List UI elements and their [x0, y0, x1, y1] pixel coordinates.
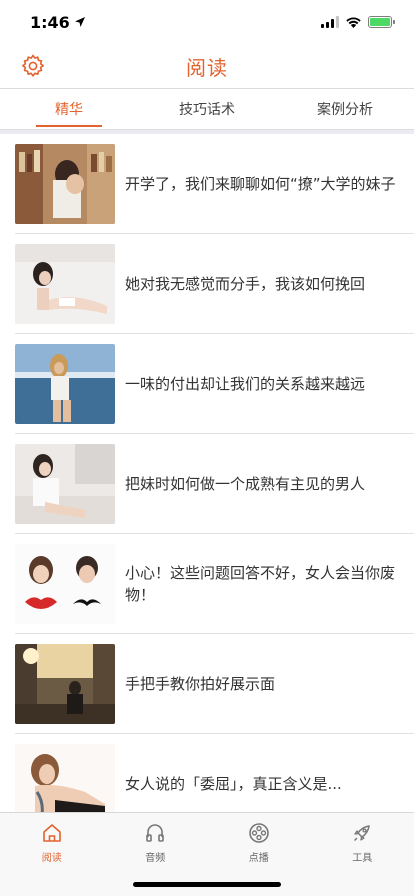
article-title: 开学了，我们来聊聊如何“撩”大学的妹子 [125, 175, 396, 193]
list-item[interactable]: 女人说的「委屈」，真正含义是... [0, 734, 414, 812]
home-indicator [133, 882, 281, 887]
tab-bar-read[interactable]: 阅读 [0, 813, 104, 896]
tab-bar-label: 工具 [352, 853, 373, 864]
article-thumbnail [15, 544, 115, 624]
list-item[interactable]: 小心！这些问题回答不好，女人会当你废物！ [0, 534, 414, 634]
article-thumbnail [15, 144, 115, 224]
page-title: 阅读 [186, 55, 228, 80]
list-item[interactable]: 把妹时如何做一个成熟有主见的男人 [0, 434, 414, 534]
article-thumbnail [15, 744, 115, 812]
tab-label: 精华 [55, 102, 83, 118]
article-thumbnail [15, 244, 115, 324]
rocket-icon [354, 825, 370, 841]
article-title: 小心！这些问题回答不好，女人会当你废物！ [125, 564, 396, 604]
battery-level [370, 18, 390, 26]
tab-bar-label: 点播 [248, 853, 269, 864]
tab-techniques[interactable]: 技巧话术 [138, 89, 276, 129]
screen: 1:46 阅读 精华 技巧话术 案例分析 开学了，我们来聊聊如何“撩”大学的妹子… [0, 0, 414, 896]
article-thumbnail [15, 644, 115, 724]
tab-bar-label: 阅读 [41, 853, 62, 864]
article-title: 一味的付出却让我们的关系越来越远 [125, 375, 366, 393]
list-item[interactable]: 一味的付出却让我们的关系越来越远 [0, 334, 414, 434]
article-title: 她对我无感觉而分手，我该如何挽回 [125, 275, 366, 293]
nav-header: 阅读 [0, 44, 414, 88]
home-icon [42, 824, 61, 842]
tab-bar-tools[interactable]: 工具 [311, 813, 414, 896]
battery-icon [368, 16, 395, 28]
status-bar: 1:46 [0, 0, 414, 44]
list-item[interactable]: 开学了，我们来聊聊如何“撩”大学的妹子 [0, 134, 414, 234]
tab-bar-label: 音频 [145, 853, 166, 864]
article-title: 把妹时如何做一个成熟有主见的男人 [125, 475, 366, 493]
tab-case-analysis[interactable]: 案例分析 [276, 89, 414, 129]
film-reel-icon [248, 823, 269, 843]
tab-label: 技巧话术 [179, 102, 235, 118]
cellular-signal-icon [321, 16, 339, 28]
wifi-icon [346, 17, 361, 28]
list-item[interactable]: 手把手教你拍好展示面 [0, 634, 414, 734]
category-tabs: 精华 技巧话术 案例分析 [0, 88, 414, 130]
tab-featured[interactable]: 精华 [0, 89, 138, 129]
status-right [321, 16, 395, 28]
article-thumbnail [15, 444, 115, 524]
article-title: 女人说的「委屈」，真正含义是... [125, 775, 342, 793]
article-list: 开学了，我们来聊聊如何“撩”大学的妹子 她对我无感觉而分手，我该如何挽回 一味的… [0, 134, 414, 812]
location-arrow-icon [74, 17, 85, 27]
status-left: 1:46 [30, 13, 86, 32]
article-title: 手把手教你拍好展示面 [125, 675, 276, 693]
tab-label: 案例分析 [317, 102, 373, 118]
audio-icon [146, 824, 165, 842]
article-thumbnail [15, 344, 115, 424]
list-item[interactable]: 她对我无感觉而分手，我该如何挽回 [0, 234, 414, 334]
status-time: 1:46 [30, 12, 70, 32]
settings-gear-icon[interactable] [20, 53, 46, 79]
